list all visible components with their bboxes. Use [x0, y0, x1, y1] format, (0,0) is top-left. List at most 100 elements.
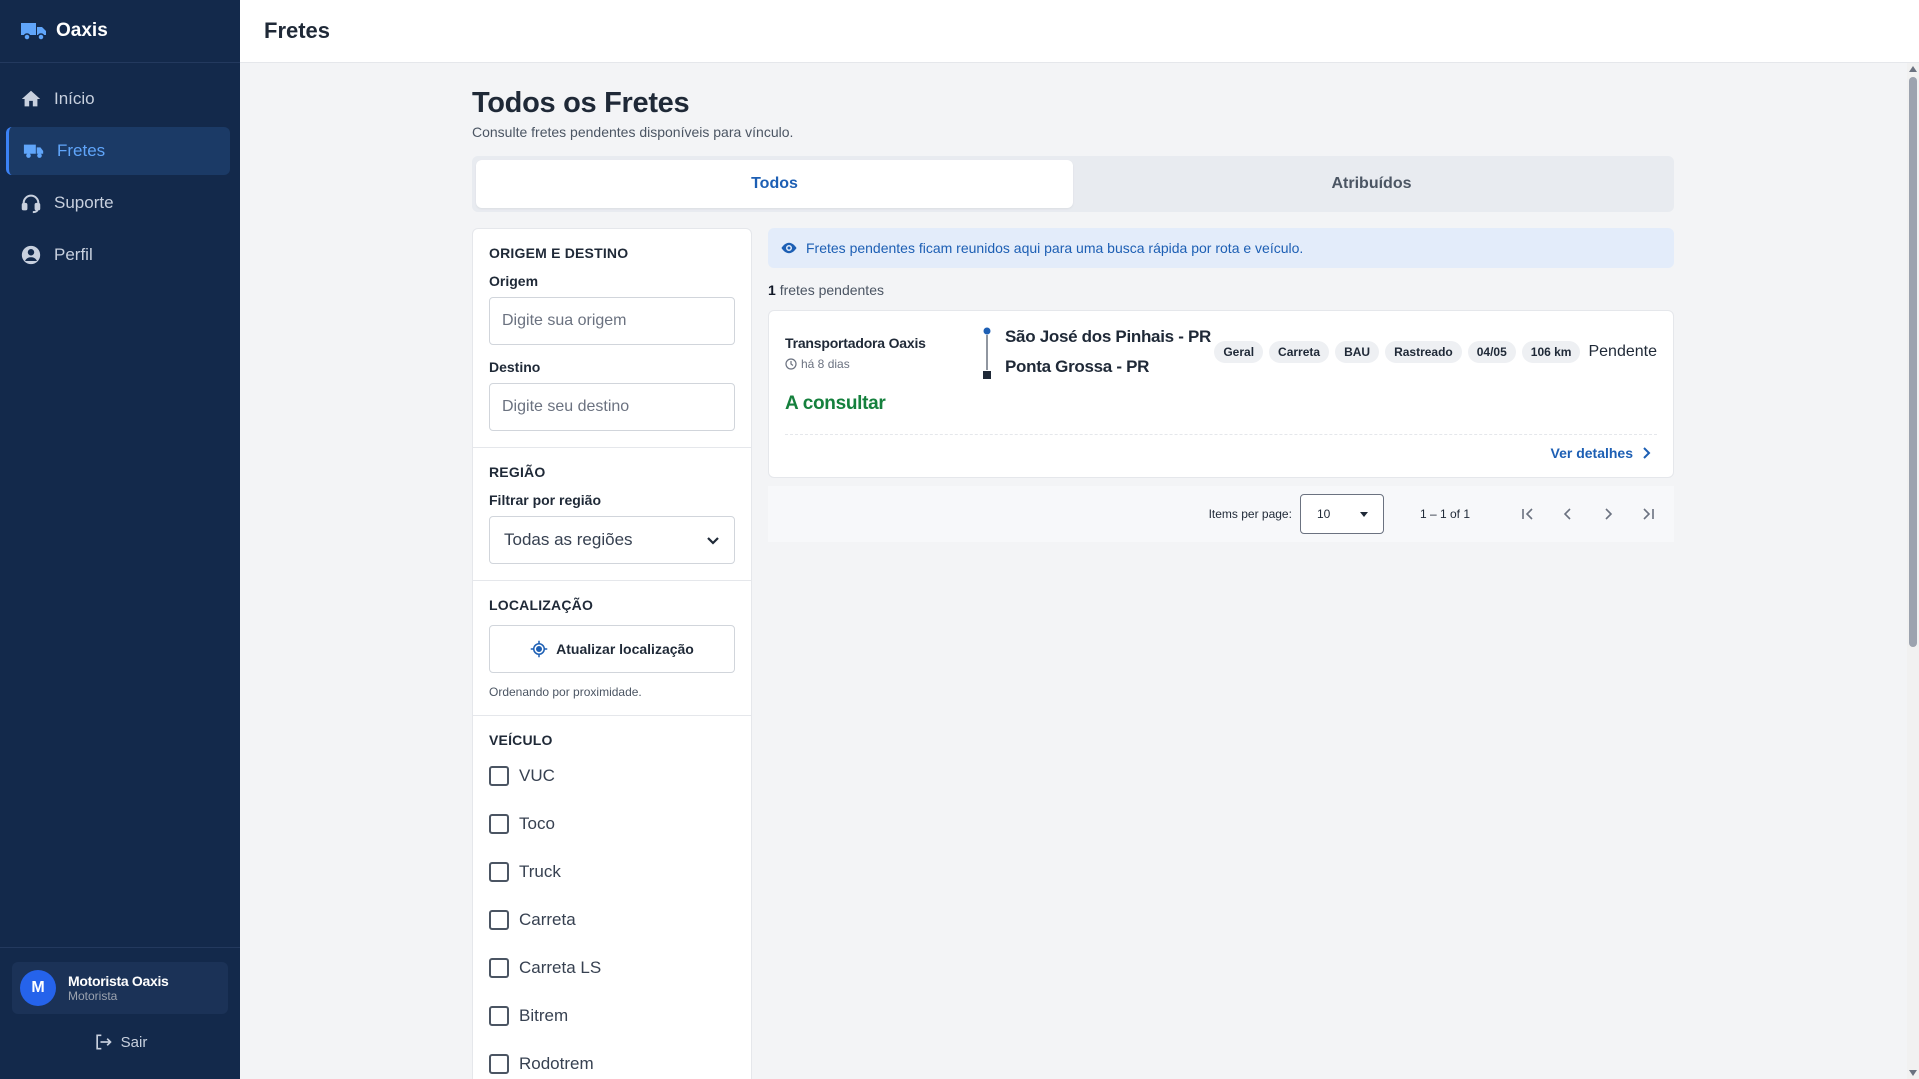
sidebar-item-inicio[interactable]: Início [6, 75, 230, 123]
first-page-button[interactable] [1508, 494, 1548, 534]
user-area: M Motorista Oaxis Motorista Sair [0, 947, 240, 1079]
origin-destination-section: ORIGEM E DESTINO Origem Destino [473, 229, 751, 448]
scroll-up-arrow-icon[interactable] [1909, 66, 1917, 72]
brand[interactable]: Oaxis [0, 0, 240, 63]
checkbox[interactable] [489, 766, 509, 786]
chevron-right-icon [1643, 447, 1651, 459]
scroll-down-arrow-icon[interactable] [1909, 1070, 1917, 1076]
page-range: 1 – 1 of 1 [1419, 507, 1470, 521]
last-page-button[interactable] [1628, 494, 1668, 534]
vehicle-label: Toco [519, 814, 555, 833]
checkbox[interactable] [489, 1006, 509, 1026]
sidebar-item-fretes[interactable]: Fretes [6, 127, 230, 175]
card-divider [785, 434, 1657, 435]
freight-price: A consultar [785, 393, 886, 414]
details-link-label: Ver detalhes [1550, 445, 1634, 461]
destination-label: Destino [489, 359, 541, 375]
vehicle-option-carreta[interactable]: Carreta [489, 896, 735, 944]
logout-label: Sair [120, 1033, 148, 1051]
header-title: Fretes [264, 18, 331, 43]
status-badge: Pendente [1588, 343, 1657, 360]
route-connector-icon [983, 327, 991, 379]
destination-input[interactable] [489, 383, 735, 431]
vehicle-option-vuc[interactable]: VUC [489, 752, 735, 800]
logout-icon [95, 1034, 112, 1050]
region-selected-value: Todas as regiões [504, 530, 633, 549]
checkbox[interactable] [489, 1054, 509, 1074]
items-per-page-value: 10 [1316, 507, 1331, 521]
truck-logo-icon [21, 23, 46, 41]
region-section: REGIÃO Filtrar por região Todas as regiõ… [473, 448, 751, 581]
user-role: Motorista [68, 989, 118, 1003]
route-origin: São José dos Pinhais - PR [1005, 327, 1212, 346]
update-location-button[interactable]: Atualizar localização [489, 625, 735, 673]
tabs: Todos Atribuídos [472, 156, 1674, 212]
logout-button[interactable]: Sair [0, 1032, 240, 1052]
carrier-name: Transportadora Oaxis [785, 335, 926, 351]
vehicle-option-truck[interactable]: Truck [489, 848, 735, 896]
posted-time-text: há 8 dias [801, 357, 850, 371]
vehicle-option-carreta-ls[interactable]: Carreta LS [489, 944, 735, 992]
chevron-left-icon [1563, 508, 1571, 520]
gps-icon [530, 640, 548, 658]
home-icon [21, 90, 41, 107]
scroll-thumb[interactable] [1909, 77, 1917, 647]
clock-icon [785, 358, 797, 370]
vehicle-label: Bitrem [519, 1006, 569, 1025]
region-select[interactable]: Todas as regiões [489, 516, 735, 564]
tab-todos[interactable]: Todos [476, 160, 1073, 208]
vehicle-label: VUC [519, 766, 555, 785]
section-title: ORIGEM E DESTINO [489, 245, 629, 261]
sidebar-item-suporte[interactable]: Suporte [6, 179, 230, 227]
tag-date: 04/05 [1467, 341, 1516, 363]
details-link[interactable]: Ver detalhes [1551, 445, 1654, 461]
region-label: Filtrar por região [489, 492, 602, 508]
freight-card[interactable]: Transportadora Oaxis há 8 dias A consult… [768, 310, 1674, 478]
avatar: M [20, 970, 56, 1006]
sidebar-item-label: Fretes [57, 141, 106, 160]
checkbox[interactable] [489, 910, 509, 930]
headset-icon [21, 194, 41, 214]
section-title: REGIÃO [489, 464, 546, 480]
next-page-button[interactable] [1588, 494, 1628, 534]
truck-icon [23, 144, 44, 158]
sidebar-nav: Início Fretes Suporte Perfil [0, 63, 240, 279]
route-destination: Ponta Grossa - PR [1005, 357, 1150, 376]
vehicle-option-bitrem[interactable]: Bitrem [489, 992, 735, 1040]
tag-tracking: Rastreado [1385, 341, 1462, 363]
sidebar-item-label: Perfil [54, 245, 93, 264]
tab-atribuidos[interactable]: Atribuídos [1073, 160, 1670, 208]
results-count-label: fretes pendentes [779, 282, 884, 298]
user-name: Motorista Oaxis [68, 973, 169, 989]
location-note: Ordenando por proximidade. [489, 685, 642, 699]
freight-tags: Geral Carreta BAU Rastreado 04/05 106 km… [1208, 341, 1657, 363]
sidebar-item-perfil[interactable]: Perfil [6, 231, 230, 279]
checkbox[interactable] [489, 814, 509, 834]
first-page-icon [1522, 508, 1533, 520]
sidebar-item-label: Início [54, 89, 95, 108]
checkbox[interactable] [489, 958, 509, 978]
origin-input[interactable] [489, 297, 735, 345]
vehicle-option-toco[interactable]: Toco [489, 800, 735, 848]
sidebar: Oaxis Início Fretes Suporte Perfil M Mot… [0, 0, 240, 1079]
brand-name: Oaxis [56, 20, 108, 41]
page-title: Todos os Fretes [472, 87, 690, 119]
location-section: LOCALIZAÇÃO Atualizar localização Ordena… [473, 581, 751, 716]
scrollbar[interactable] [1907, 63, 1919, 1079]
vehicle-option-rodotrem[interactable]: Rodotrem [489, 1040, 735, 1079]
user-card[interactable]: M Motorista Oaxis Motorista [12, 962, 228, 1014]
main-content: Todos os Fretes Consulte fretes pendente… [472, 63, 1674, 1079]
chevron-right-icon [1605, 508, 1613, 520]
caret-down-icon [1359, 512, 1368, 517]
sidebar-item-label: Suporte [54, 193, 114, 212]
checkbox[interactable] [489, 862, 509, 882]
vehicle-label: Rodotrem [519, 1054, 594, 1073]
previous-page-button[interactable] [1548, 494, 1588, 534]
items-per-page-select[interactable]: 10 [1299, 494, 1384, 534]
tag-body: BAU [1335, 341, 1380, 363]
page-subtitle: Consulte fretes pendentes disponíveis pa… [472, 124, 794, 140]
tag-distance: 106 km [1521, 341, 1581, 363]
vehicle-section: VEÍCULO VUC Toco Truck Carreta Carreta L… [473, 716, 751, 1079]
section-title: VEÍCULO [489, 732, 553, 748]
info-banner: Fretes pendentes ficam reunidos aqui par… [768, 228, 1674, 268]
